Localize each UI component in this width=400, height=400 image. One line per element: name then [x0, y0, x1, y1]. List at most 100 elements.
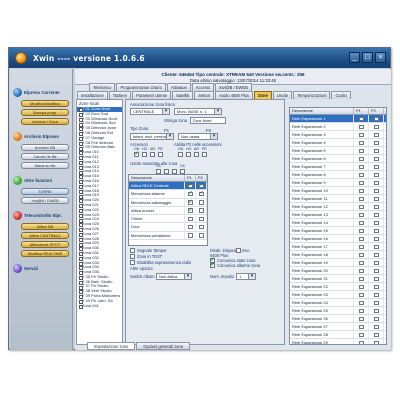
table-row[interactable]: Relè Espansione 14 — [290, 219, 386, 227]
table-row[interactable]: Relè Espansione 10 — [290, 187, 386, 195]
table-row[interactable]: Relè Espansione 7 — [290, 163, 386, 171]
sidebar-section-header[interactable]: Elpreso Corrente — [13, 87, 69, 98]
sidebar-button[interactable]: Cancel./Is file — [21, 153, 69, 160]
p2-checkbox[interactable] — [199, 233, 204, 238]
relay-checkbox[interactable] — [374, 252, 379, 257]
sidebar-button[interactable]: Salva su file — [21, 162, 69, 169]
table-row[interactable]: Relè Espansione 22 — [290, 283, 386, 291]
option-checkbox[interactable] — [210, 262, 215, 268]
relay-checkbox[interactable] — [374, 244, 379, 249]
tab-settings-9[interactable]: Codici — [331, 91, 351, 99]
table-row[interactable]: Relè Espansione 15 — [290, 227, 386, 235]
relay-checkbox[interactable] — [374, 116, 379, 121]
p2-checkbox[interactable] — [199, 182, 204, 189]
p2-checkbox[interactable] — [199, 190, 204, 197]
sidebar-button[interactable]: Attiva DB — [21, 223, 69, 230]
relay-checkbox[interactable] — [359, 332, 364, 337]
sidebar-section-header[interactable]: Telecontrollo Elpr. — [13, 210, 69, 221]
relay-checkbox[interactable] — [374, 308, 379, 313]
tab-settings-1[interactable]: Tastiere — [108, 91, 132, 99]
relay-checkbox[interactable] — [374, 124, 379, 129]
table-row[interactable]: Memorizza allarme — [129, 190, 207, 199]
table-row[interactable]: Relè Espansione 11 — [290, 195, 386, 203]
relay-checkbox[interactable] — [359, 236, 364, 241]
p1-checkbox[interactable] — [188, 216, 193, 222]
accessori-checkbox[interactable] — [134, 151, 139, 157]
relay-checkbox[interactable] — [359, 340, 364, 344]
relay-checkbox[interactable] — [374, 316, 379, 321]
assoc-module-select[interactable]: Morc. BASE n. 1 — [174, 108, 222, 115]
relay-checkbox[interactable] — [374, 212, 379, 217]
relay-checkbox[interactable] — [359, 244, 364, 249]
p1-checkbox[interactable] — [188, 190, 193, 197]
p1-checkbox[interactable] — [188, 182, 193, 189]
relay-checkbox[interactable] — [374, 340, 379, 344]
relay-checkbox[interactable] — [359, 164, 364, 169]
minimize-button[interactable]: _ — [349, 52, 360, 63]
relay-checkbox[interactable] — [374, 180, 379, 185]
table-row[interactable]: Relè Espansione 26 — [290, 315, 386, 323]
relay-checkbox[interactable] — [374, 148, 379, 153]
relay-checkbox[interactable] — [359, 132, 364, 137]
bottom-tab-0[interactable]: Impostazione zone — [87, 342, 136, 350]
tab-settings-5[interactable]: Audio 4600 Plus — [215, 91, 253, 99]
table-row[interactable]: Relè Espansione 6 — [290, 155, 386, 163]
relay-checkbox[interactable] — [359, 116, 364, 121]
relay-checkbox[interactable] — [359, 140, 364, 145]
tab-1[interactable]: Programmazion Orario — [116, 83, 166, 91]
table-row[interactable]: Relè Espansione 25 — [290, 307, 386, 315]
p2-checkbox[interactable] — [199, 224, 204, 230]
table-row[interactable]: Relè Espansione 19 — [290, 259, 386, 267]
tab-2[interactable]: Attivatori — [166, 83, 191, 91]
abilita-p2-checkbox[interactable] — [186, 152, 191, 157]
relay-checkbox[interactable] — [374, 132, 379, 137]
relay-checkbox[interactable] — [374, 260, 379, 265]
sidebar-button[interactable]: Archivio DB — [21, 144, 69, 151]
relay-checkbox[interactable] — [374, 172, 379, 177]
uscite-checkbox[interactable] — [180, 169, 185, 174]
table-row[interactable]: Relè Espansione 20 — [290, 267, 386, 275]
table-row[interactable]: Relè Espansione 5 — [290, 147, 386, 155]
relay-checkbox[interactable] — [374, 236, 379, 241]
sidebar-button[interactable]: Xwi@B / EWEB — [21, 197, 69, 204]
relay-checkbox[interactable] — [374, 164, 379, 169]
relay-checkbox[interactable] — [359, 180, 364, 185]
p1-checkbox[interactable] — [188, 233, 193, 238]
relay-checkbox[interactable] — [374, 204, 379, 209]
relay-checkbox[interactable] — [374, 188, 379, 193]
relay-checkbox[interactable] — [359, 316, 364, 321]
maximize-button[interactable]: □ — [362, 52, 373, 63]
sidebar-button[interactable]: Archivio / Esce — [21, 118, 69, 125]
table-row[interactable]: Relè Espansione 1 — [290, 115, 386, 123]
tree-item[interactable]: Zona 041 — [77, 303, 122, 309]
sidebar-button[interactable]: Attivazione SPOT — [21, 241, 69, 248]
relay-checkbox[interactable] — [359, 148, 364, 153]
relay-checkbox[interactable] — [359, 308, 364, 313]
table-row[interactable]: Relè Espansione 12 — [290, 203, 386, 211]
relay-checkbox[interactable] — [374, 156, 379, 161]
relay-checkbox[interactable] — [374, 140, 379, 145]
relay-checkbox[interactable] — [359, 204, 364, 209]
relay-checkbox[interactable] — [359, 156, 364, 161]
assoc-select[interactable]: CENTRALE — [130, 108, 170, 115]
abilita-p2-checkbox[interactable] — [194, 152, 199, 157]
table-row[interactable]: Relè Espansione 4 — [290, 139, 386, 147]
sidebar-button[interactable]: Stampa progr. — [21, 109, 69, 116]
table-row[interactable]: Memorizza preallarme — [129, 231, 207, 241]
table-row[interactable]: Relè Espansione 23 — [290, 291, 386, 299]
sidebar-button[interactable]: Modifica/Modifica — [21, 100, 69, 107]
relay-checkbox[interactable] — [359, 188, 364, 193]
close-button[interactable]: × — [375, 52, 386, 63]
relay-checkbox[interactable] — [359, 252, 364, 257]
sidebar-section-header[interactable]: Servizi — [13, 263, 69, 274]
tab-settings-6[interactable]: Zone — [253, 91, 272, 99]
relay-checkbox[interactable] — [359, 260, 364, 265]
relay-checkbox[interactable] — [374, 220, 379, 225]
table-row[interactable]: Relè Espansione 28 — [290, 331, 386, 339]
sidebar-section-header[interactable]: Altre funzioni — [13, 175, 69, 186]
relay-checkbox[interactable] — [359, 268, 364, 273]
sidebar-button[interactable]: Modifica REALTIME — [21, 250, 69, 257]
option-checkbox[interactable] — [130, 260, 135, 265]
p2-checkbox[interactable] — [199, 216, 204, 222]
relay-checkbox[interactable] — [374, 324, 379, 329]
